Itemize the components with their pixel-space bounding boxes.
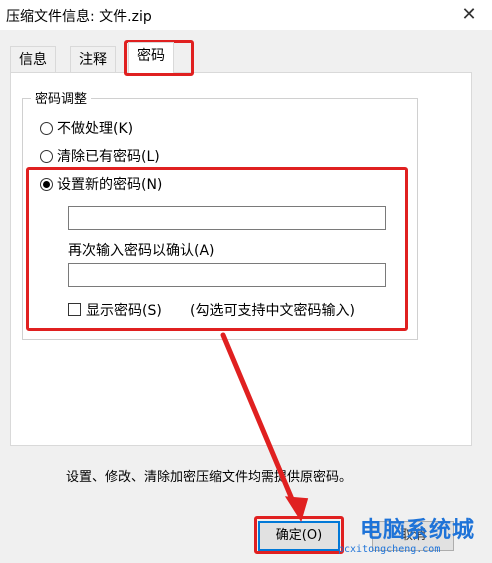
annotation-arrow [220,332,309,522]
watermark-url: pcxitongcheng.com [338,544,441,555]
site-watermark: 电脑系统城 pcxitongcheng.com [336,512,492,563]
tab-password[interactable]: 密码 [128,42,174,73]
watermark-name: 电脑系统城 [360,518,476,543]
